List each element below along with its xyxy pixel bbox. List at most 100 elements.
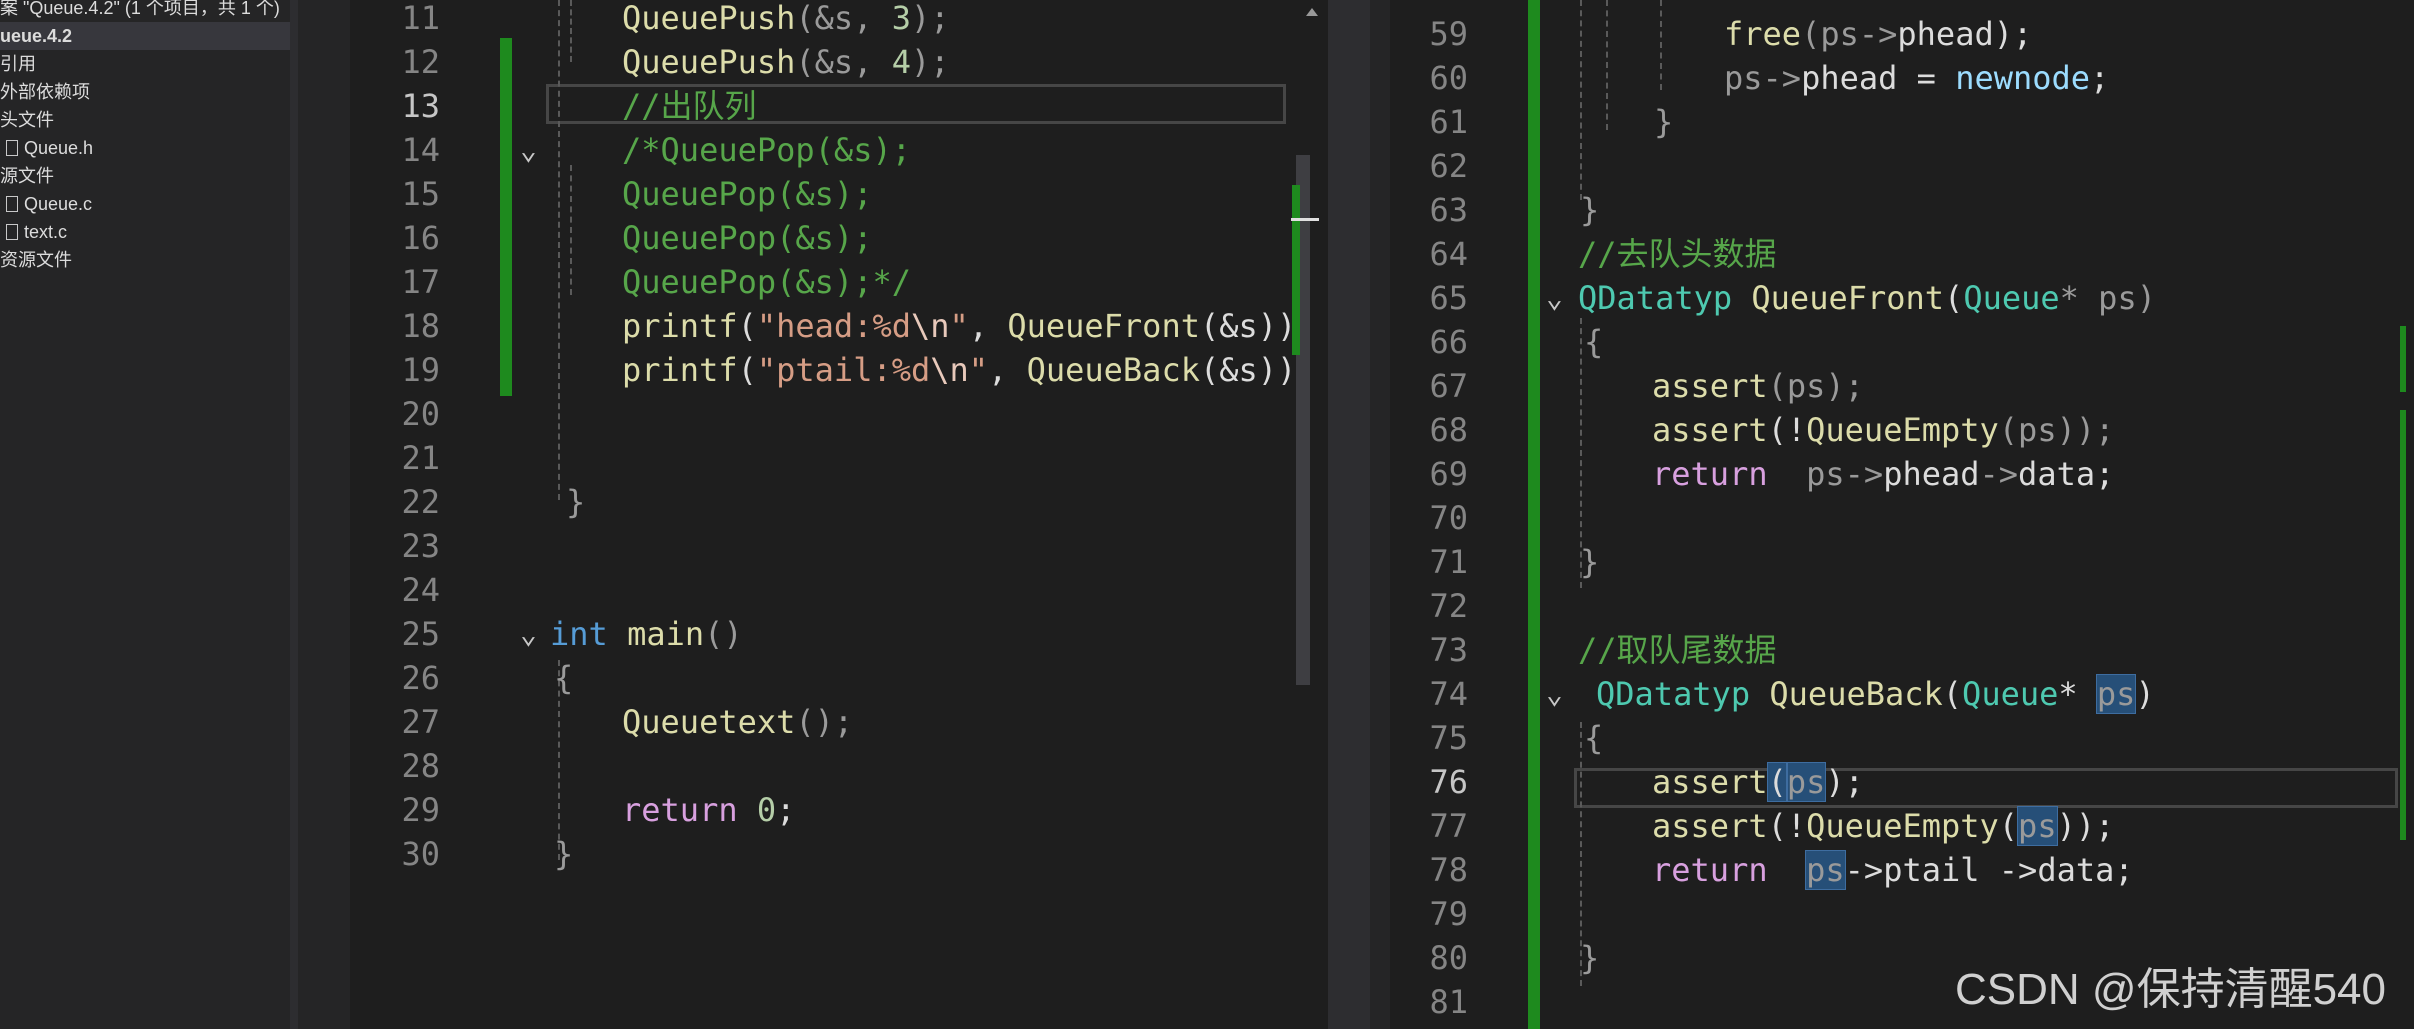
indent-guide xyxy=(558,0,560,500)
token: QueueFront xyxy=(1007,307,1200,345)
token: (ps); xyxy=(1767,367,1864,405)
code-line-12[interactable]: QueuePush(&s, 4); xyxy=(622,40,950,84)
token: Queuetext xyxy=(622,703,796,741)
code-line-19[interactable]: printf("ptail:%d\n", QueueBack(&s)); xyxy=(622,348,1316,392)
code-line-18[interactable]: printf("head:%d\n", QueueFront(&s)); xyxy=(622,304,1316,348)
editor-queue-c[interactable]: 59 60 61 62 63 64 65 66 67 68 69 70 71 7… xyxy=(1370,0,2414,1029)
indent-guide xyxy=(1606,0,1608,130)
code-line-60[interactable]: ps->phead = newnode; xyxy=(1724,56,2109,100)
line-number: 30 xyxy=(401,835,440,873)
code-line-63[interactable]: } xyxy=(1580,188,1599,232)
fold-chevron-icon[interactable]: ⌄ xyxy=(520,612,537,656)
line-number: 14 xyxy=(401,131,440,169)
line-number: 70 xyxy=(1429,499,1468,537)
token: QueueBack xyxy=(1026,351,1200,389)
token: )); xyxy=(2056,807,2115,845)
tree-item-queue-c[interactable]: Queue.c xyxy=(6,190,92,218)
token: ); xyxy=(910,0,950,37)
token: (! xyxy=(1767,411,1807,449)
code-line-30[interactable]: } xyxy=(554,832,573,876)
code-line-25[interactable]: int main() xyxy=(550,612,743,656)
code-line-27[interactable]: Queuetext(); xyxy=(622,700,853,744)
code-line-17[interactable]: QueuePop(&s);*/ xyxy=(622,260,911,304)
token: = xyxy=(1897,59,1956,97)
token: , xyxy=(988,351,1027,389)
token: QDatatyp xyxy=(1578,279,1733,317)
tree-item-resource-files[interactable]: 资源文件 xyxy=(0,246,72,274)
token: int xyxy=(550,615,608,653)
token: assert xyxy=(1652,411,1768,449)
token: * xyxy=(2058,675,2097,713)
indicator-margin xyxy=(1370,0,1390,1029)
code-line-66[interactable]: { xyxy=(1584,320,1603,364)
tree-item-external-deps[interactable]: 外部依赖项 xyxy=(0,78,90,106)
token: QueuePush xyxy=(622,43,796,81)
change-bar xyxy=(500,38,512,396)
code-line-76[interactable]: assert(ps); xyxy=(1652,760,1864,804)
watermark: CSDN @保持清醒540 xyxy=(1955,965,2386,1014)
token: ); xyxy=(1993,15,2033,53)
token: , xyxy=(968,307,1008,345)
token: ); xyxy=(910,43,950,81)
fold-chevron-icon[interactable]: ⌄ xyxy=(1546,672,1563,716)
code-line-26[interactable]: { xyxy=(554,656,573,700)
token: QueuePush xyxy=(622,0,796,37)
code-line-13[interactable]: //出队列 xyxy=(622,84,757,128)
code-line-77[interactable]: assert(!QueueEmpty(ps)); xyxy=(1652,804,2114,848)
code-line-22[interactable]: } xyxy=(566,480,585,524)
line-number: 16 xyxy=(401,219,440,257)
tree-item-source-files[interactable]: 源文件 xyxy=(0,162,54,190)
tree-item-label: 头文件 xyxy=(0,110,54,130)
code-line-59[interactable]: free(ps->phead); xyxy=(1724,12,2032,56)
editor-split-divider[interactable] xyxy=(1328,0,1370,1029)
code-line-14[interactable]: /*QueuePop(&s); xyxy=(622,128,911,172)
token: ; xyxy=(2090,59,2110,97)
token: assert xyxy=(1652,763,1768,801)
code-line-68[interactable]: assert(!QueueEmpty(ps)); xyxy=(1652,408,2114,452)
editor-text-c[interactable]: 11 12 13 14 15 16 17 18 19 20 21 22 23 2… xyxy=(298,0,1328,1029)
token: ) xyxy=(2135,675,2155,713)
solution-title[interactable]: 案 "Queue.4.2" (1 个项目，共 1 个) xyxy=(0,0,280,22)
code-line-67[interactable]: assert(ps); xyxy=(1652,364,1864,408)
tree-item-text-c[interactable]: text.c xyxy=(6,218,67,246)
line-number: 28 xyxy=(401,747,440,785)
project-node[interactable]: ueue.4.2 xyxy=(0,22,290,50)
code-line-80[interactable]: } xyxy=(1580,936,1599,980)
code-line-64[interactable]: //去队头数据 xyxy=(1578,232,1777,276)
token-highlighted: ps xyxy=(1785,762,1827,802)
code-line-75[interactable]: { xyxy=(1584,716,1603,760)
code-line-71[interactable]: } xyxy=(1580,540,1599,584)
token: return xyxy=(1652,851,1768,889)
line-number: 17 xyxy=(401,263,440,301)
code-line-69[interactable]: return ps->phead->data; xyxy=(1652,452,2114,496)
code-line-29[interactable]: return 0; xyxy=(622,788,795,832)
fold-chevron-icon[interactable]: ⌄ xyxy=(1546,276,1563,320)
code-line-73[interactable]: //取队尾数据 xyxy=(1578,628,1777,672)
fold-chevron-icon[interactable]: ⌄ xyxy=(520,128,537,172)
scrollbar-change-marker xyxy=(1292,185,1300,355)
code-line-16[interactable]: QueuePop(&s); xyxy=(622,216,872,260)
token: ( xyxy=(1942,675,1963,713)
change-bar xyxy=(1528,0,1540,1029)
token: "ptail:%d xyxy=(756,351,931,389)
line-number: 66 xyxy=(1429,323,1468,361)
token: 0 xyxy=(737,791,777,829)
token: ( xyxy=(1998,807,2019,845)
panel-splitter[interactable] xyxy=(290,0,298,1029)
line-number: 12 xyxy=(401,43,440,81)
token: ps-> xyxy=(1767,455,1884,493)
line-number: 29 xyxy=(401,791,440,829)
code-line-78[interactable]: return ps->ptail ->data; xyxy=(1652,848,2134,892)
tree-item-queue-h[interactable]: Queue.h xyxy=(6,134,93,162)
code-line-11[interactable]: QueuePush(&s, 3); xyxy=(622,0,950,40)
tree-item-references[interactable]: 引用 xyxy=(0,50,36,78)
line-number: 25 xyxy=(401,615,440,653)
scroll-up-arrow-icon[interactable] xyxy=(1306,8,1318,16)
code-line-61[interactable]: } xyxy=(1654,100,1673,144)
tree-item-header-files[interactable]: 头文件 xyxy=(0,106,54,134)
code-line-65[interactable]: QDatatyp QueueFront(Queue* ps) xyxy=(1578,276,2156,320)
code-line-74[interactable]: QDatatyp QueueBack(Queue* ps) xyxy=(1596,672,2155,716)
token-highlighted: ( xyxy=(1766,762,1788,802)
code-line-15[interactable]: QueuePop(&s); xyxy=(622,172,872,216)
